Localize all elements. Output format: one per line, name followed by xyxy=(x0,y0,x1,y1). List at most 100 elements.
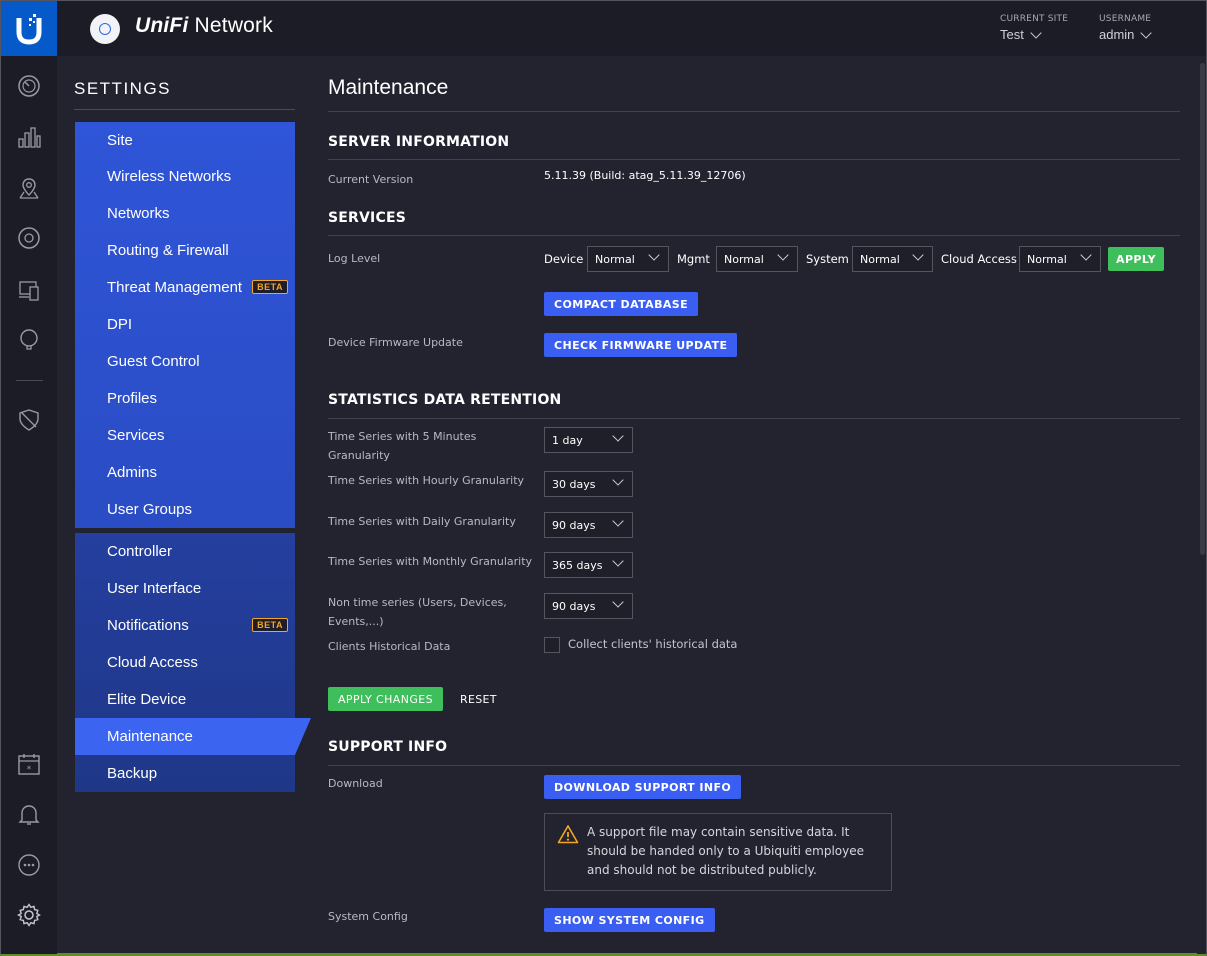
map-icon[interactable] xyxy=(17,176,41,200)
settings-divider xyxy=(74,109,295,110)
username-label: USERNAME xyxy=(1099,14,1152,24)
current-site-label: CURRENT SITE xyxy=(1000,14,1069,24)
ubiquiti-logo[interactable] xyxy=(1,1,57,56)
collect-historical-data-checkbox[interactable] xyxy=(544,637,560,653)
nav-item-notifications[interactable]: Notifications BETA xyxy=(75,607,295,644)
statistics-icon[interactable] xyxy=(17,125,41,149)
nav-item-backup[interactable]: Backup xyxy=(75,755,295,792)
network-app-icon[interactable] xyxy=(90,14,120,44)
chevron-down-icon xyxy=(1140,26,1153,39)
retention-5min-label: Time Series with 5 Minutes Granularity xyxy=(328,430,477,462)
section-divider xyxy=(328,418,1180,419)
apply-log-level-button[interactable]: APPLY xyxy=(1108,247,1164,271)
page-title: Maintenance xyxy=(328,76,449,99)
show-system-config-button[interactable]: SHOW SYSTEM CONFIG xyxy=(544,908,715,932)
current-site-selector[interactable]: CURRENT SITE Test xyxy=(1000,14,1068,42)
title-divider xyxy=(328,111,1180,112)
clients-icon[interactable] xyxy=(17,278,41,302)
nav-item-user-groups[interactable]: User Groups xyxy=(75,491,295,528)
ubiquiti-u-icon xyxy=(16,13,42,45)
retention-hourly-label: Time Series with Hourly Granularity xyxy=(328,474,525,487)
threat-shield-icon[interactable] xyxy=(17,408,41,432)
top-bar: UniFi Network CURRENT SITE Test USERNAME… xyxy=(1,1,1206,56)
beta-badge: BETA xyxy=(252,280,288,294)
nav-item-controller[interactable]: Controller xyxy=(75,533,295,570)
system-config-label: System Config xyxy=(328,910,408,923)
retention-daily-select[interactable]: 90 days xyxy=(544,512,633,538)
chevron-down-icon xyxy=(777,249,789,261)
username-selector[interactable]: USERNAME admin xyxy=(1099,14,1153,42)
retention-5min-select[interactable]: 1 day xyxy=(544,427,633,453)
download-label: Download xyxy=(328,777,383,790)
section-divider xyxy=(328,159,1180,160)
nav-item-profiles[interactable]: Profiles xyxy=(75,380,295,417)
nav-item-threat-management[interactable]: Threat Management BETA xyxy=(75,269,295,306)
mgmt-log-label: Mgmt xyxy=(677,252,710,266)
unifi-app: UniFi Network CURRENT SITE Test USERNAME… xyxy=(0,0,1207,956)
chevron-down-icon xyxy=(1030,26,1042,39)
chevron-down-icon xyxy=(612,474,624,486)
nav-item-user-interface[interactable]: User Interface xyxy=(75,570,295,607)
nav-item-guest-control[interactable]: Guest Control xyxy=(75,343,295,380)
cloud-access-log-label: Cloud Access xyxy=(941,252,1017,266)
current-version-label: Current Version xyxy=(328,173,414,186)
chevron-down-icon xyxy=(648,249,660,261)
insights-icon[interactable] xyxy=(17,328,41,352)
sensitive-data-warning: A support file may contain sensitive dat… xyxy=(544,813,892,891)
nav-item-elite-device[interactable]: Elite Device xyxy=(75,681,295,718)
warning-text: A support file may contain sensitive dat… xyxy=(587,825,864,877)
nav-item-site[interactable]: Site xyxy=(75,122,295,158)
dashboard-icon[interactable] xyxy=(17,74,41,98)
settings-title: SETTINGS xyxy=(74,79,172,98)
services-heading: SERVICES xyxy=(328,210,406,226)
system-log-level-select[interactable]: Normal xyxy=(852,246,933,272)
retention-hourly-select[interactable]: 30 days xyxy=(544,471,633,497)
nav-item-services[interactable]: Services xyxy=(75,417,295,454)
nav-item-networks[interactable]: Networks xyxy=(75,195,295,232)
compact-database-button[interactable]: COMPACT DATABASE xyxy=(544,292,699,316)
chat-icon[interactable] xyxy=(17,853,41,877)
retention-monthly-label: Time Series with Monthly Granularity xyxy=(328,555,533,568)
events-calendar-icon[interactable]: * xyxy=(17,752,41,776)
nav-item-maintenance[interactable]: Maintenance xyxy=(75,718,295,755)
clients-historical-data-label: Clients Historical Data xyxy=(328,640,451,653)
nav-item-routing-firewall[interactable]: Routing & Firewall xyxy=(75,232,295,269)
retention-non-time-series-label: Non time series (Users, Devices, Events,… xyxy=(328,596,507,628)
cloud-access-log-level-select[interactable]: Normal xyxy=(1019,246,1101,272)
devices-icon[interactable] xyxy=(17,226,41,250)
statistics-retention-heading: STATISTICS DATA RETENTION xyxy=(328,392,562,408)
retention-non-time-series-select[interactable]: 90 days xyxy=(544,593,633,619)
nav-item-wireless-networks[interactable]: Wireless Networks xyxy=(75,158,295,195)
reset-button[interactable]: RESET xyxy=(450,687,507,711)
username-value: admin xyxy=(1099,27,1135,42)
mgmt-log-level-select[interactable]: Normal xyxy=(716,246,798,272)
settings-nav-site-group: Site Wireless Networks Networks Routing … xyxy=(75,122,295,528)
svg-text:*: * xyxy=(27,765,32,775)
support-info-heading: SUPPORT INFO xyxy=(328,739,448,755)
chevron-down-icon xyxy=(612,515,624,527)
chevron-down-icon xyxy=(612,596,624,608)
nav-item-dpi[interactable]: DPI xyxy=(75,306,295,343)
section-divider xyxy=(328,235,1180,236)
left-rail: * xyxy=(1,56,57,954)
device-log-level-select[interactable]: Normal xyxy=(587,246,669,272)
scrollbar-thumb[interactable] xyxy=(1200,63,1205,555)
alerts-bell-icon[interactable] xyxy=(17,802,41,826)
current-site-value: Test xyxy=(1000,27,1024,42)
beta-badge: BETA xyxy=(252,618,288,632)
rail-divider xyxy=(16,380,43,381)
apply-changes-button[interactable]: APPLY CHANGES xyxy=(328,687,443,711)
chevron-down-icon xyxy=(612,430,624,442)
server-information-heading: SERVER INFORMATION xyxy=(328,134,510,150)
download-support-info-button[interactable]: DOWNLOAD SUPPORT INFO xyxy=(544,775,742,799)
device-firmware-update-label: Device Firmware Update xyxy=(328,336,463,349)
nav-item-cloud-access[interactable]: Cloud Access xyxy=(75,644,295,681)
warning-triangle-icon xyxy=(557,824,579,850)
retention-monthly-select[interactable]: 365 days xyxy=(544,552,633,578)
current-version-value: 5.11.39 (Build: atag_5.11.39_12706) xyxy=(544,169,746,182)
check-firmware-update-button[interactable]: CHECK FIRMWARE UPDATE xyxy=(544,333,738,357)
settings-gear-icon[interactable] xyxy=(17,903,41,927)
collect-historical-data-label[interactable]: Collect clients' historical data xyxy=(568,637,737,651)
retention-daily-label: Time Series with Daily Granularity xyxy=(328,515,516,528)
nav-item-admins[interactable]: Admins xyxy=(75,454,295,491)
